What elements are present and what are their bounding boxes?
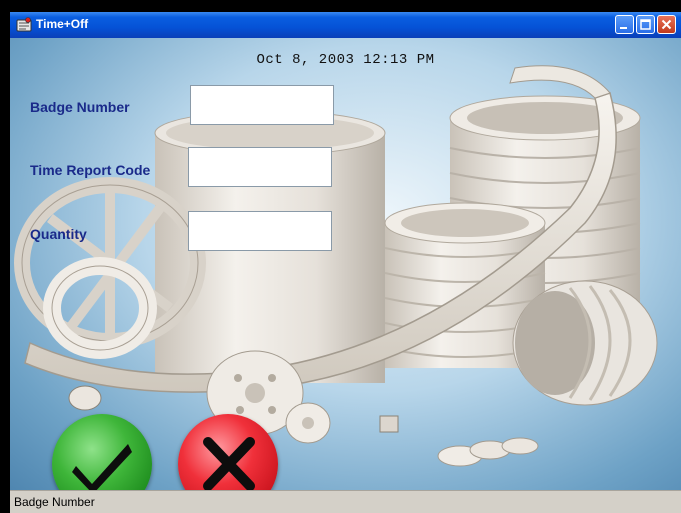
x-icon xyxy=(203,437,255,490)
close-icon xyxy=(661,19,672,30)
title-bar[interactable]: Time+Off xyxy=(10,12,681,38)
badge-number-field[interactable] xyxy=(190,85,334,125)
maximize-button[interactable] xyxy=(636,15,655,34)
cancel-button[interactable] xyxy=(178,414,278,490)
badge-number-input[interactable] xyxy=(191,86,333,124)
maximize-icon xyxy=(640,19,651,30)
application-window: Time+Off Oct 8, 2003 12:13 PM Badge Numb… xyxy=(10,12,681,513)
badge-number-label: Badge Number xyxy=(30,99,130,115)
app-icon xyxy=(16,17,32,33)
ok-button[interactable] xyxy=(52,414,152,490)
quantity-label: Quantity xyxy=(30,226,87,242)
status-bar: Badge Number xyxy=(10,490,681,513)
quantity-input[interactable] xyxy=(189,212,331,250)
date-time-display: Oct 8, 2003 12:13 PM xyxy=(256,52,435,68)
time-report-code-input[interactable] xyxy=(189,148,331,186)
client-area: Oct 8, 2003 12:13 PM Badge Number Time R… xyxy=(10,38,681,490)
time-report-code-label: Time Report Code xyxy=(30,162,151,178)
time-report-code-field[interactable] xyxy=(188,147,332,187)
quantity-field[interactable] xyxy=(188,211,332,251)
minimize-icon xyxy=(620,27,627,29)
minimize-button[interactable] xyxy=(615,15,634,34)
checkmark-icon xyxy=(72,444,132,490)
close-button[interactable] xyxy=(657,15,676,34)
status-text: Badge Number xyxy=(14,495,95,509)
window-title: Time+Off xyxy=(36,17,89,31)
